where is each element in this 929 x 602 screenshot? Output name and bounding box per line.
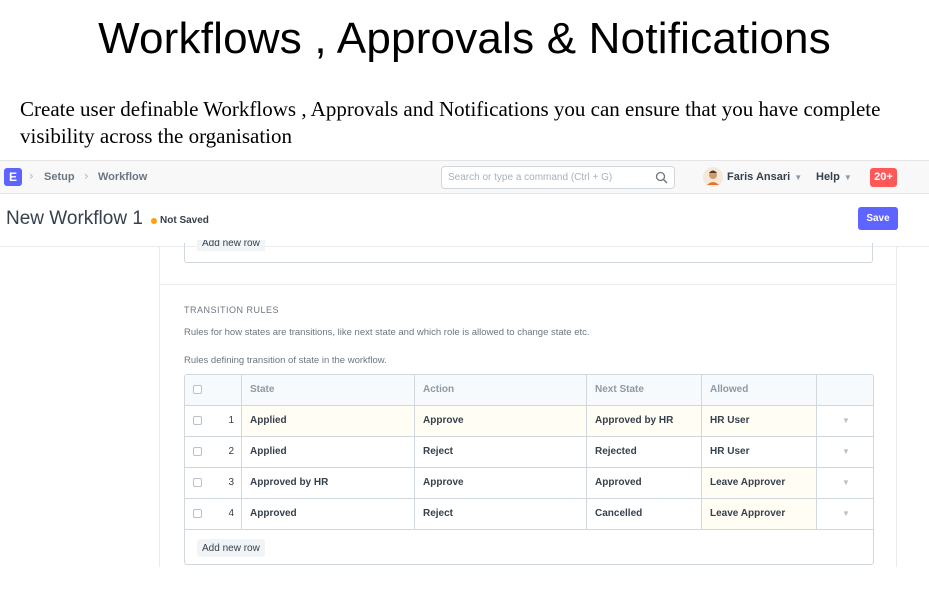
- cell-state[interactable]: Applied: [242, 406, 415, 436]
- table-row[interactable]: 1 Applied Approve Approved by HR HR User…: [185, 406, 873, 437]
- row-checkbox[interactable]: [192, 508, 202, 518]
- cell-allowed[interactable]: HR User: [702, 406, 817, 436]
- previous-table-footer: Add new row: [184, 240, 873, 263]
- cell-allowed[interactable]: Leave Approver: [702, 468, 817, 498]
- row-menu-cell: ▼: [817, 437, 873, 467]
- search-icon[interactable]: [655, 171, 668, 184]
- caret-down-icon[interactable]: ▼: [842, 509, 850, 518]
- cell-state[interactable]: Approved by HR: [242, 468, 415, 498]
- column-header-state: State: [242, 375, 415, 405]
- cell-action[interactable]: Reject: [415, 437, 587, 467]
- avatar[interactable]: [703, 167, 723, 187]
- table-header: State Action Next State Allowed: [185, 375, 873, 406]
- caret-down-icon: ▼: [843, 173, 852, 182]
- cell-next-state[interactable]: Approved by HR: [587, 406, 702, 436]
- help-menu[interactable]: Help ▼: [816, 171, 852, 183]
- row-menu-cell: ▼: [817, 499, 873, 529]
- section-title: TRANSITION RULES: [184, 305, 280, 315]
- breadcrumb-workflow[interactable]: Workflow: [98, 171, 147, 183]
- app-logo[interactable]: E: [4, 168, 22, 186]
- search-bar: [441, 166, 675, 189]
- notification-badge[interactable]: 20+: [870, 168, 897, 187]
- caret-down-icon[interactable]: ▼: [842, 447, 850, 456]
- select-all-checkbox[interactable]: [192, 384, 202, 394]
- caret-down-icon[interactable]: ▼: [842, 478, 850, 487]
- navbar: E › Setup › Workflow Faris Ansari▼ Help▼…: [0, 160, 929, 194]
- section-description: Rules for how states are transitions, li…: [184, 327, 590, 338]
- table-row[interactable]: 3 Approved by HR Approve Approved Leave …: [185, 468, 873, 499]
- row-checkbox[interactable]: [192, 415, 202, 425]
- status-badge: Not Saved: [160, 215, 209, 226]
- table-row[interactable]: 4 Approved Reject Cancelled Leave Approv…: [185, 499, 873, 530]
- caret-down-icon[interactable]: ▼: [842, 416, 850, 425]
- row-checkbox-cell: [185, 499, 209, 529]
- help-label: Help: [816, 171, 840, 183]
- column-header-next-state: Next State: [587, 375, 702, 405]
- column-header-allowed: Allowed: [702, 375, 817, 405]
- select-all-checkbox-cell: [185, 375, 209, 405]
- section-divider: [160, 284, 897, 285]
- page-head: New Workflow 1 Not Saved Save: [0, 195, 929, 247]
- cell-next-state[interactable]: Approved: [587, 468, 702, 498]
- caret-down-icon: ▼: [794, 173, 803, 182]
- save-button[interactable]: Save: [858, 207, 898, 230]
- transition-rules-table: State Action Next State Allowed 1 Applie…: [184, 374, 874, 565]
- status-indicator-dot: [151, 218, 157, 224]
- field-description: Rules defining transition of state in th…: [184, 355, 387, 366]
- row-checkbox[interactable]: [192, 477, 202, 487]
- row-index: 2: [209, 437, 242, 467]
- row-index: 4: [209, 499, 242, 529]
- cell-state[interactable]: Approved: [242, 499, 415, 529]
- cell-next-state[interactable]: Cancelled: [587, 499, 702, 529]
- cell-allowed[interactable]: HR User: [702, 437, 817, 467]
- row-index: 1: [209, 406, 242, 436]
- user-name: Faris Ansari: [727, 171, 791, 183]
- cell-action[interactable]: Approve: [415, 468, 587, 498]
- cell-action[interactable]: Reject: [415, 499, 587, 529]
- table-row[interactable]: 2 Applied Reject Rejected HR User ▼: [185, 437, 873, 468]
- previous-add-row-button[interactable]: Add new row: [197, 240, 265, 251]
- slide-title: Workflows , Approvals & Notifications: [98, 14, 831, 63]
- page-title: New Workflow 1: [6, 208, 143, 229]
- table-footer: Add new row: [185, 530, 873, 564]
- row-index: 3: [209, 468, 242, 498]
- chevron-right-icon: ›: [84, 169, 89, 183]
- cell-next-state[interactable]: Rejected: [587, 437, 702, 467]
- row-checkbox[interactable]: [192, 446, 202, 456]
- row-checkbox-cell: [185, 406, 209, 436]
- chevron-right-icon: ›: [29, 169, 34, 183]
- row-checkbox-cell: [185, 468, 209, 498]
- cell-allowed[interactable]: Leave Approver: [702, 499, 817, 529]
- row-menu-cell: ▼: [817, 468, 873, 498]
- row-checkbox-cell: [185, 437, 209, 467]
- slide-description: Create user definable Workflows , Approv…: [20, 97, 881, 148]
- breadcrumb-setup[interactable]: Setup: [44, 171, 75, 183]
- cell-action[interactable]: Approve: [415, 406, 587, 436]
- row-menu-cell: ▼: [817, 406, 873, 436]
- index-header: [209, 375, 242, 405]
- add-new-row-button[interactable]: Add new row: [197, 539, 265, 557]
- form-layout: Add new row TRANSITION RULES Rules for h…: [159, 240, 897, 567]
- column-header-menu: [817, 375, 873, 405]
- search-input[interactable]: [448, 170, 648, 185]
- column-header-action: Action: [415, 375, 587, 405]
- cell-state[interactable]: Applied: [242, 437, 415, 467]
- user-menu[interactable]: Faris Ansari ▼: [727, 171, 802, 183]
